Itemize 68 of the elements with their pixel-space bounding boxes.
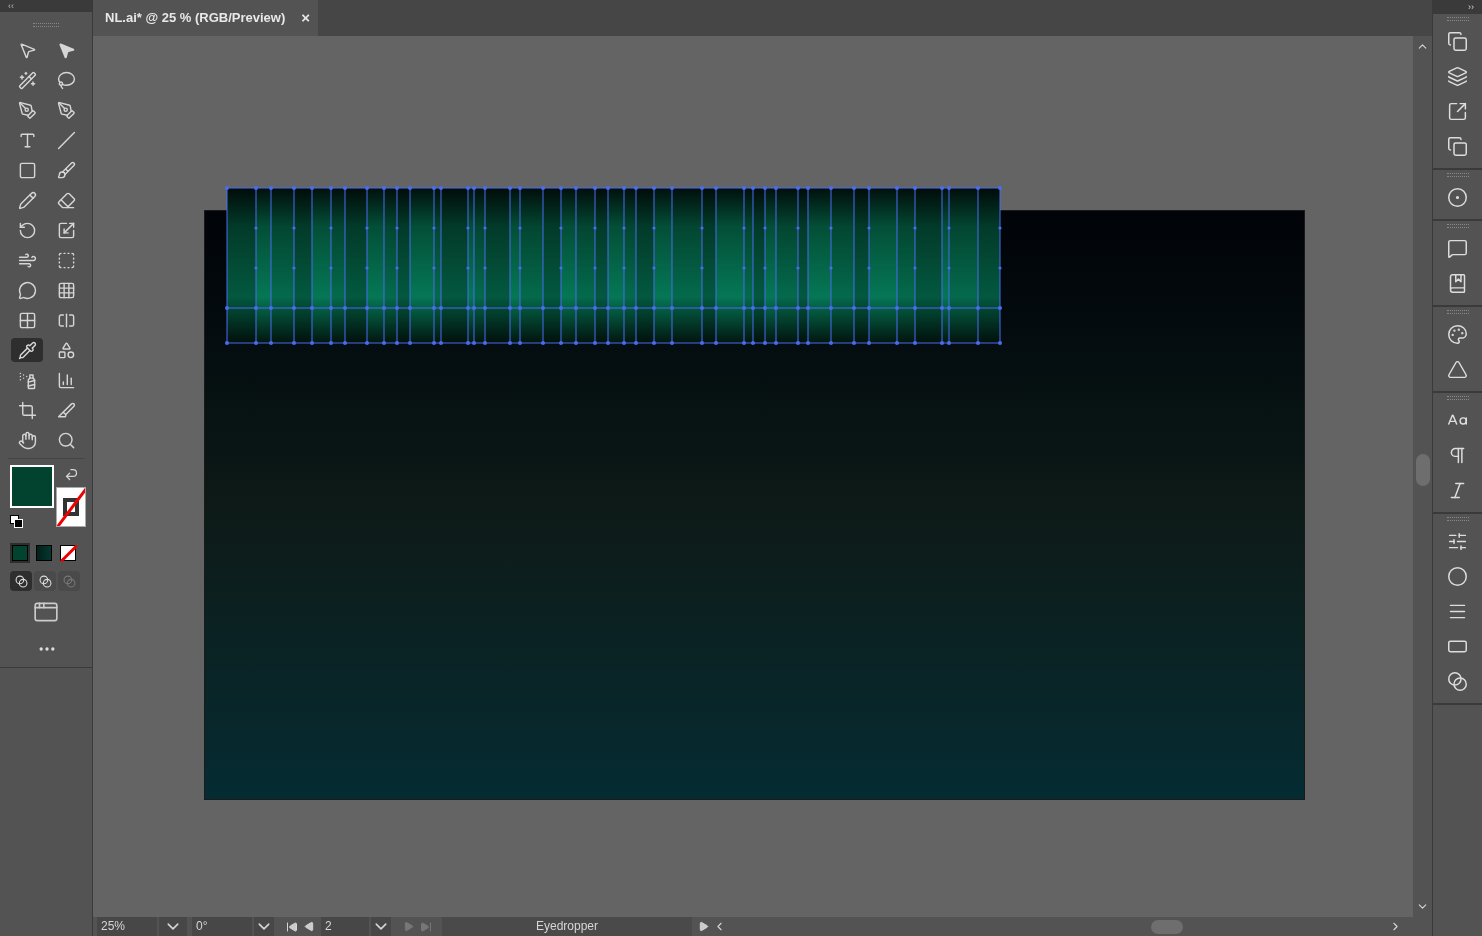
grip-icon[interactable]: [33, 23, 59, 27]
dropdown-caret-icon[interactable]: [371, 917, 391, 936]
overlapping-circles-icon: [62, 574, 76, 588]
collapse-dock-button[interactable]: ››: [1468, 2, 1474, 12]
rotation-field[interactable]: 0°: [192, 917, 252, 936]
direct-selection-arrow-icon: [56, 40, 76, 60]
line-icon: [56, 130, 76, 150]
eyedropper-tool[interactable]: [11, 338, 43, 362]
grip-icon[interactable]: [1446, 17, 1469, 21]
graph-icon: [56, 370, 76, 390]
document-title: NL.ai* @ 25 % (RGB/Preview): [105, 9, 286, 28]
pen-icon: [17, 100, 37, 120]
palette-icon[interactable]: [1447, 324, 1468, 345]
first-artboard-icon[interactable]: [286, 920, 298, 933]
stroke-swatch[interactable]: [56, 487, 86, 527]
grip-icon[interactable]: [1446, 396, 1469, 400]
slice-icon: [56, 400, 76, 420]
layers-icon[interactable]: [1447, 66, 1468, 87]
comments-icon[interactable]: [1447, 238, 1468, 259]
document-tab[interactable]: NL.ai* @ 25 % (RGB/Preview) ×: [93, 0, 319, 36]
dropdown-caret-icon[interactable]: [159, 917, 187, 936]
scroll-thumb[interactable]: [1415, 454, 1430, 486]
grip-icon[interactable]: [1446, 224, 1469, 228]
overlapping-circles-icon: [14, 574, 28, 588]
dropdown-caret-icon[interactable]: [254, 917, 274, 936]
pencil-icon: [17, 190, 37, 210]
gradient-mode-swatch[interactable]: [34, 543, 54, 563]
zoom-field[interactable]: 25%: [97, 917, 157, 936]
magic-wand-icon: [17, 70, 37, 90]
current-tool-label: Eyedropper: [442, 917, 692, 936]
rectangle-icon: [17, 160, 37, 180]
grip-icon[interactable]: [1446, 517, 1469, 521]
swap-arrow-icon[interactable]: [64, 467, 79, 482]
draw-mode-button[interactable]: [10, 571, 32, 591]
type-icon: [17, 130, 37, 150]
properties-sliders-icon[interactable]: [1447, 531, 1468, 552]
artboard-number-field[interactable]: 2: [321, 917, 369, 936]
symbol-sprayer-icon: [17, 370, 37, 390]
selected-gradient-object-drawing[interactable]: [223, 185, 1003, 346]
zoom-icon: [56, 430, 76, 450]
eyedropper-icon: [17, 340, 37, 360]
mesh-icon: [17, 310, 37, 330]
default-colors-icon[interactable]: [10, 515, 24, 529]
vertical-scrollbar[interactable]: [1413, 36, 1432, 917]
scroll-thumb[interactable]: [1151, 919, 1183, 934]
none-mode-swatch[interactable]: [58, 543, 78, 563]
free-transform-icon: [56, 250, 76, 270]
grip-icon[interactable]: [1446, 310, 1469, 314]
hand-icon: [17, 430, 37, 450]
eraser-icon: [56, 190, 76, 210]
scale-icon: [56, 220, 76, 240]
perspective-grid-icon: [56, 280, 76, 300]
grip-icon[interactable]: [1446, 173, 1469, 177]
export-icon[interactable]: [1447, 101, 1468, 122]
color-mode-swatch[interactable]: [10, 543, 30, 563]
bookmark-icon[interactable]: [1447, 273, 1468, 294]
rotate-icon: [17, 220, 37, 240]
curvature-pen-icon: [56, 100, 76, 120]
brush-icon: [56, 160, 76, 180]
status-menu-icon[interactable]: [698, 921, 709, 932]
lasso-icon: [56, 70, 76, 90]
overlapping-circles-icon: [38, 574, 52, 588]
previous-artboard-icon[interactable]: [304, 921, 315, 932]
collapse-toolbar-button[interactable]: ‹‹: [8, 1, 14, 11]
close-tab-button[interactable]: ×: [301, 6, 311, 30]
fill-swatch[interactable]: [10, 465, 54, 508]
draw-mode-button[interactable]: [34, 571, 56, 591]
selection-arrow-icon: [17, 40, 37, 60]
